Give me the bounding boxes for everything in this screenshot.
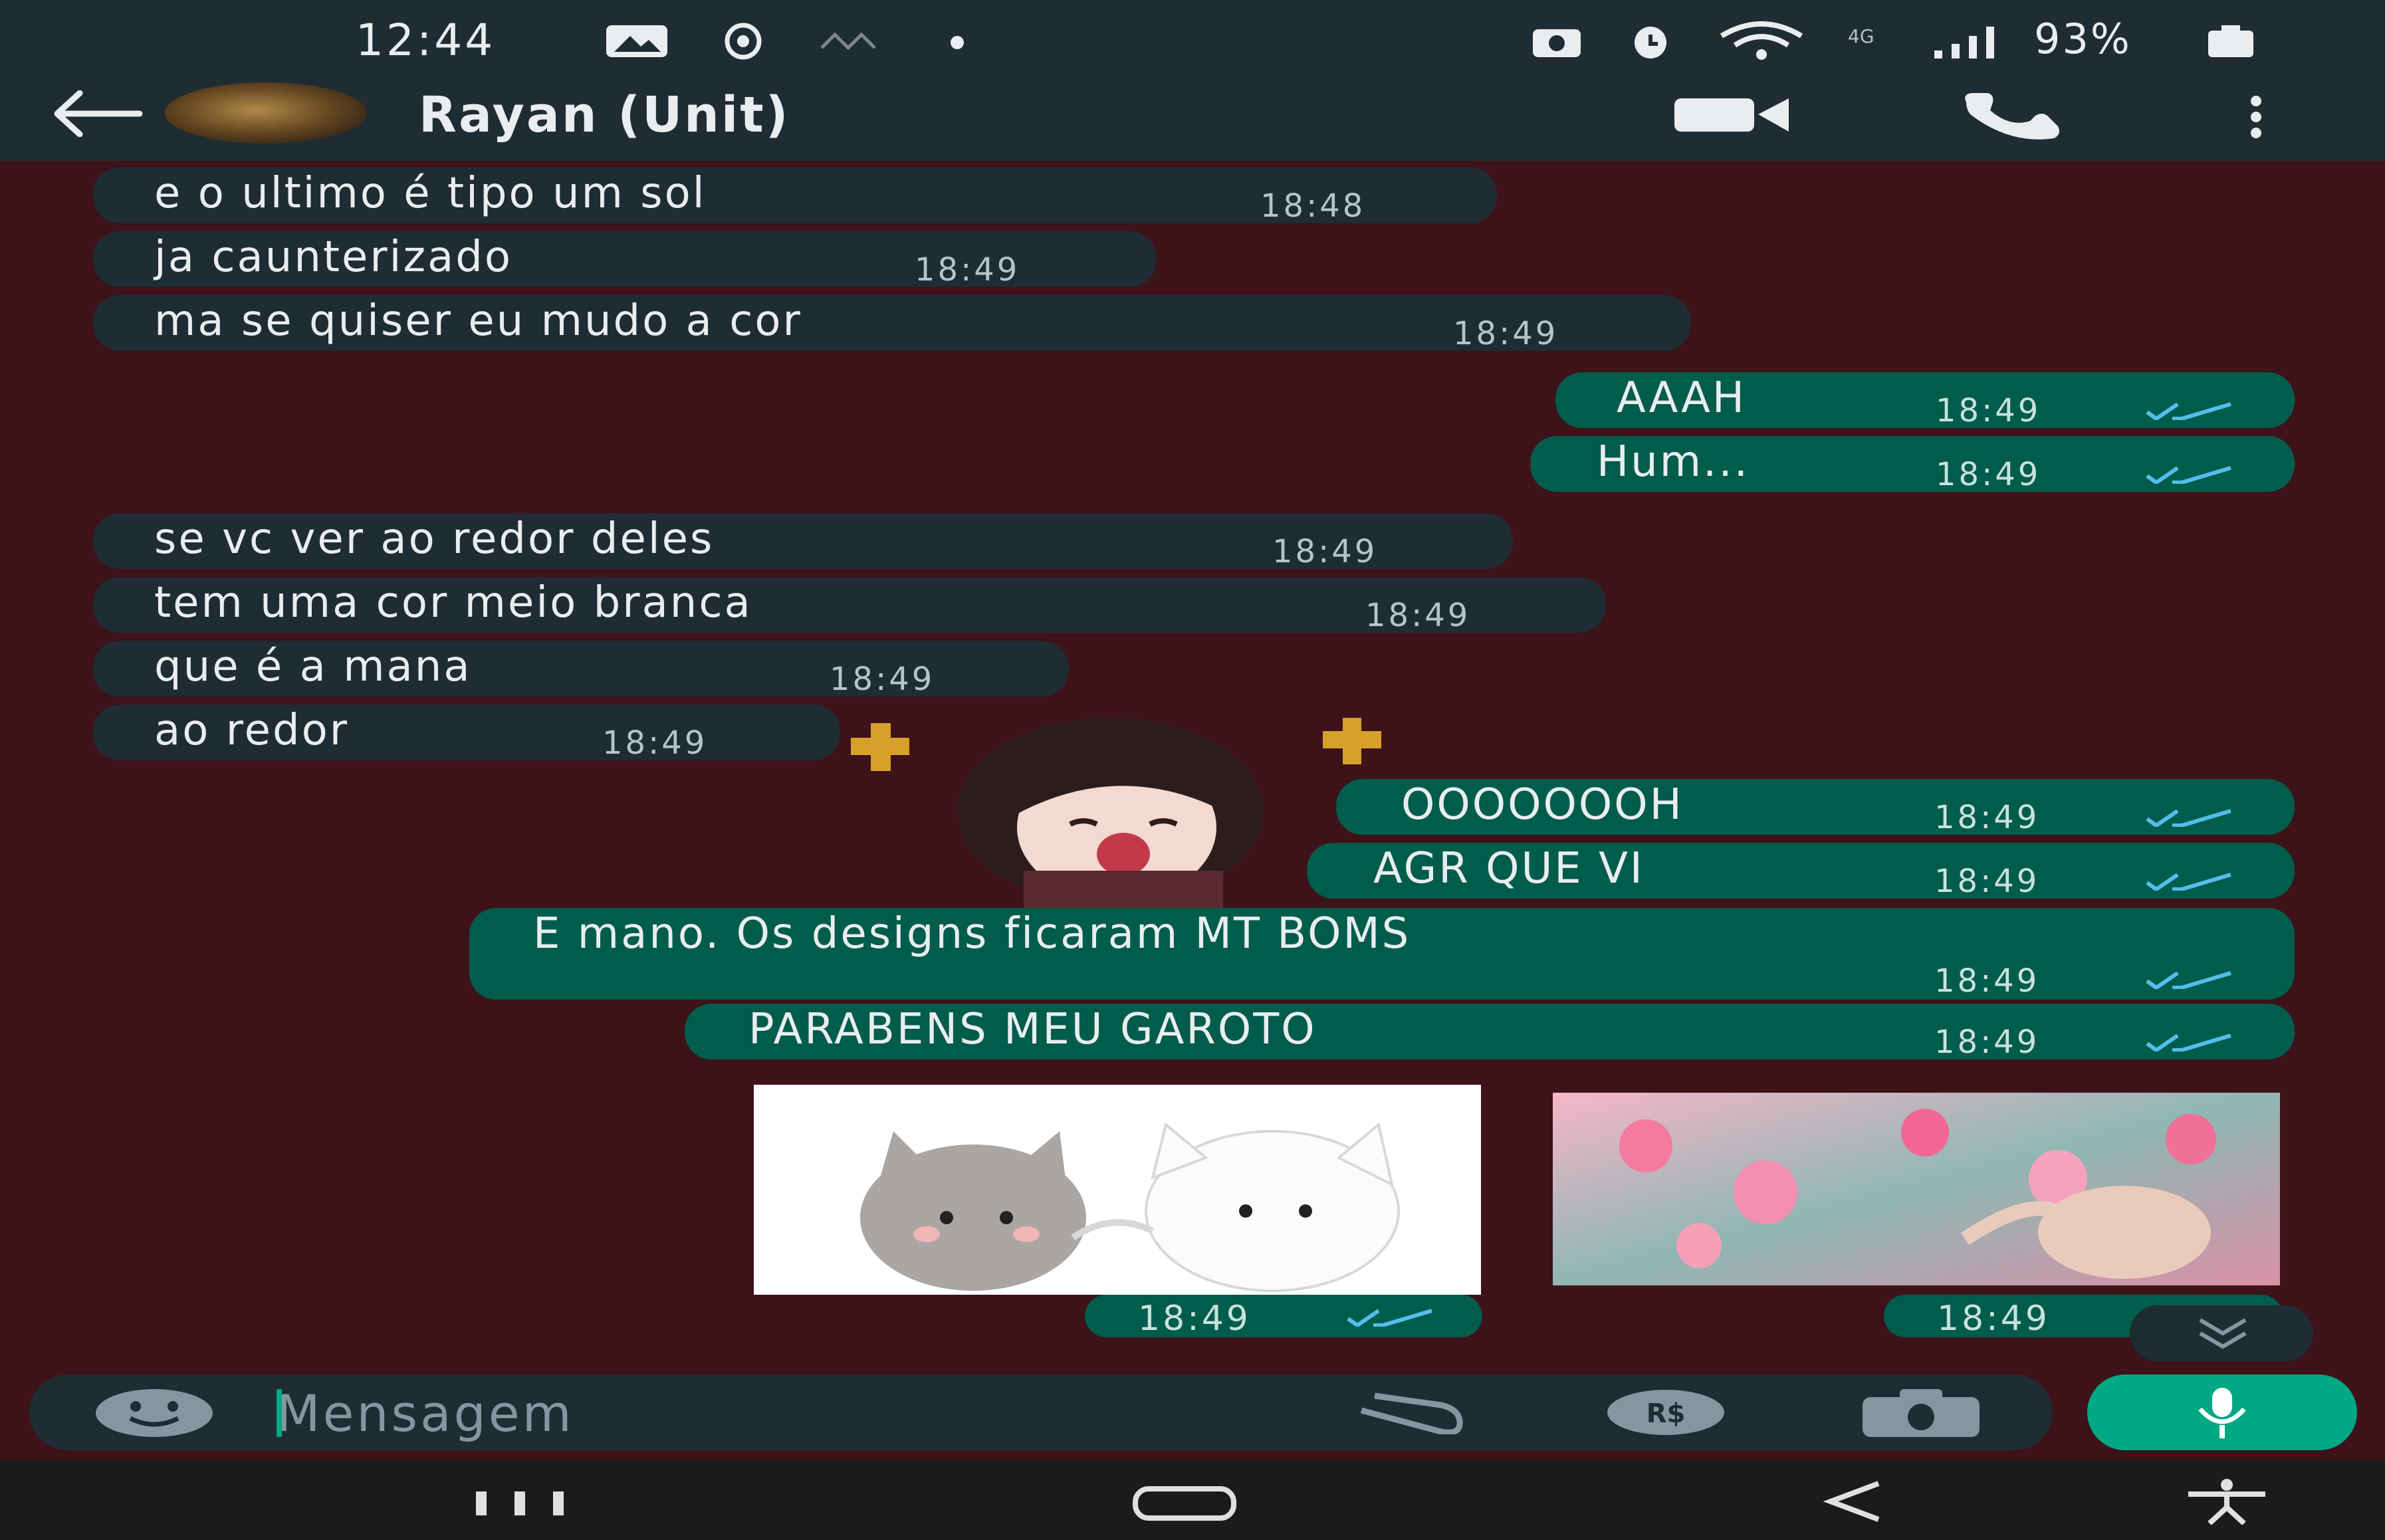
message-time: 18:49 [1934,1024,2040,1061]
svg-text:R$: R$ [1647,1398,1686,1429]
message-time: 18:49 [1937,1299,2050,1339]
system-nav-bar [0,1460,2385,1540]
message-time: 18:48 [1260,187,1366,225]
video-call-icon[interactable] [1672,94,1791,134]
message-text: PARABENS MEU GAROTO [748,1005,1317,1054]
outgoing-message[interactable]: Hum... 18:49 [1530,436,2295,493]
read-receipt-icon [1347,1309,1432,1327]
contact-avatar[interactable] [165,82,367,144]
message-text: Hum... [1597,437,1750,487]
signal-icon [1934,27,1994,58]
phone-icon[interactable] [1957,89,2063,142]
message-time: 18:49 [1365,597,1471,634]
message-text: ma se quiser eu mudo a cor [154,296,802,346]
message-time: 18:49 [1934,863,2040,900]
message-time: 18:49 [1934,799,2040,836]
message-time: 18:49 [1936,456,2041,493]
message-composer: R$ [29,1375,2053,1450]
message-time: 18:49 [1138,1299,1251,1339]
incoming-message[interactable]: ao redor 18:49 [93,705,840,762]
more-vert-icon[interactable] [2243,94,2269,141]
outgoing-message[interactable]: AAAH 18:49 [1555,372,2295,429]
paperclip-icon[interactable] [1348,1392,1470,1434]
message-time: 18:49 [1272,533,1378,570]
message-text: ja caunterizado [154,233,513,282]
camera-status-icon [1533,29,1581,57]
message-time: 18:49 [1934,962,2040,1000]
incoming-message[interactable]: que é a mana 18:49 [93,641,1069,698]
home-icon[interactable] [1131,1484,1238,1523]
message-text: se vc ver ao redor deles [154,514,715,564]
message-text: e o ultimo é tipo um sol [154,169,707,218]
text-cursor [277,1389,282,1437]
accessibility-icon[interactable] [2180,1478,2273,1525]
read-receipt-icon [2146,971,2231,989]
media-timestamp: 18:49 [1085,1295,1482,1339]
nav-back-icon[interactable] [1821,1478,1888,1525]
message-text: AGR QUE VI [1373,844,1645,893]
incoming-message[interactable]: ja caunterizado 18:49 [93,231,1157,288]
chat-header: Rayan (Unit) [0,81,2385,161]
alarm-icon [1635,27,1666,58]
wifi-icon [1720,21,1803,60]
incoming-message[interactable]: se vc ver ao redor deles 18:49 [93,513,1513,570]
message-text: OOOOOOOH [1401,780,1684,829]
outgoing-message[interactable]: PARABENS MEU GAROTO 18:49 [685,1004,2295,1061]
read-receipt-icon [2146,873,2231,891]
contact-name[interactable]: Rayan (Unit) [419,86,790,144]
message-time: 18:49 [1453,315,1559,352]
read-receipt-icon [2146,1034,2231,1051]
voice-record-button[interactable] [2087,1375,2357,1450]
sync-notification-icon [725,23,762,60]
message-text: que é a mana [154,642,472,691]
scroll-to-bottom-button[interactable] [2130,1305,2313,1361]
status-time: 12:44 [356,15,496,66]
outgoing-message[interactable]: OOOOOOOH 18:49 [1336,779,2295,836]
camera-icon[interactable] [1860,1386,1982,1440]
message-time: 18:49 [830,661,935,698]
message-text: AAAH [1617,374,1747,423]
battery-icon [2208,25,2253,57]
double-chevron-down-icon [2199,1318,2247,1349]
message-text: ao redor [154,706,350,755]
cats-sticker-image[interactable] [754,1085,1481,1295]
read-receipt-icon [2146,809,2231,827]
outgoing-message[interactable]: AGR QUE VI 18:49 [1307,843,2295,900]
more-notifications-dot-icon [951,36,964,49]
emoji-icon[interactable] [93,1386,215,1440]
flower-anime-image[interactable] [1553,1093,2280,1285]
read-receipt-icon [2146,402,2231,420]
status-bar: 12:44 4G 93% [0,0,2385,81]
incoming-message[interactable]: ma se quiser eu mudo a cor 18:49 [93,295,1691,352]
gallery-notification-icon [606,25,667,57]
microphone-icon [2198,1388,2246,1438]
message-time: 18:49 [1936,392,2041,429]
battery-percent: 93% [2034,15,2132,63]
arrow-left-icon[interactable] [47,90,146,137]
outgoing-message[interactable]: E mano. Os designs ficaram MT BOMS 18:49 [469,908,2295,1000]
read-receipt-icon [2146,466,2231,484]
message-time: 18:49 [915,251,1020,288]
incoming-message[interactable]: e o ultimo é tipo um sol 18:48 [93,167,1497,225]
network-type-label: 4G [1848,25,1874,47]
recents-icon[interactable] [471,1486,570,1519]
message-input[interactable] [275,1384,1275,1442]
rs-payment-icon[interactable]: R$ [1605,1388,1727,1437]
message-text: tem uma cor meio branca [154,578,752,627]
message-time: 18:49 [602,724,708,762]
radio-notification-icon [820,32,876,51]
message-text: E mano. Os designs ficaram MT BOMS [533,909,1411,958]
incoming-message[interactable]: tem uma cor meio branca 18:49 [93,577,1606,634]
